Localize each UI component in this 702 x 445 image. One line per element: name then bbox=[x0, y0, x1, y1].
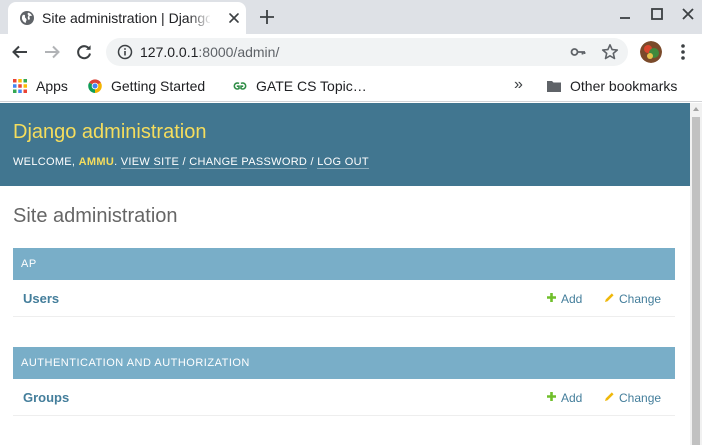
browser-tab[interactable]: Site administration | Django site admin bbox=[8, 2, 246, 34]
model-row-users: Users Add Change bbox=[13, 280, 675, 317]
bookmark-star-icon[interactable] bbox=[601, 43, 619, 61]
scrollbar-thumb[interactable] bbox=[692, 117, 700, 445]
globe-icon bbox=[20, 11, 34, 25]
add-label: Add bbox=[561, 292, 583, 306]
browser-menu-kebab-icon[interactable] bbox=[680, 43, 686, 61]
close-tab-icon[interactable] bbox=[226, 10, 242, 26]
user-tools: WELCOME, AMMU. VIEW SITE / CHANGE PASSWO… bbox=[13, 155, 369, 169]
bookmark-label: Apps bbox=[36, 78, 68, 94]
separator: / bbox=[310, 156, 314, 168]
bookmark-other-bookmarks[interactable]: Other bookmarks bbox=[546, 76, 692, 96]
logout-link[interactable]: LOG OUT bbox=[317, 156, 369, 169]
change-label: Change bbox=[619, 292, 662, 306]
add-plus-icon bbox=[547, 293, 556, 302]
browser-toolbar: 127.0.0.1:8000/admin/ bbox=[0, 34, 702, 70]
change-pencil-icon bbox=[605, 392, 614, 401]
change-pencil-icon bbox=[605, 293, 614, 302]
scroll-up-arrow-icon[interactable] bbox=[693, 107, 699, 111]
browser-tab-strip: Site administration | Django site admin bbox=[0, 0, 702, 34]
model-row-groups: Groups Add Change bbox=[13, 379, 675, 416]
folder-icon bbox=[547, 81, 561, 92]
change-label: Change bbox=[619, 391, 662, 405]
page-title: Site administration bbox=[13, 205, 178, 227]
forward-arrow-icon[interactable] bbox=[43, 43, 61, 61]
bookmark-label: GATE CS Topic… bbox=[256, 78, 367, 94]
close-window-icon[interactable] bbox=[680, 6, 696, 22]
profile-avatar-icon[interactable] bbox=[640, 41, 662, 63]
username: AMMU bbox=[78, 156, 115, 168]
bookmarks-bar: Apps Getting Started GATE CS Topic… » Ot… bbox=[0, 70, 702, 102]
new-tab-plus-icon[interactable] bbox=[258, 8, 276, 26]
welcome-text: WELCOME, bbox=[13, 156, 76, 168]
bookmark-gate-cs[interactable]: GATE CS Topic… bbox=[232, 76, 372, 96]
bookmark-apps[interactable]: Apps bbox=[12, 76, 74, 96]
change-password-link[interactable]: CHANGE PASSWORD bbox=[189, 156, 308, 169]
module-caption-text[interactable]: AP bbox=[21, 258, 37, 271]
url-host: 127.0.0.1 bbox=[140, 44, 199, 60]
separator: / bbox=[182, 156, 186, 168]
site-branding[interactable]: Django administration bbox=[13, 120, 206, 144]
tab-title: Site administration | Django site admin bbox=[42, 10, 210, 26]
key-icon[interactable] bbox=[570, 44, 586, 60]
back-arrow-icon[interactable] bbox=[11, 43, 29, 61]
minimize-window-icon[interactable] bbox=[617, 6, 633, 22]
url-path: :8000/admin/ bbox=[198, 44, 280, 60]
page-viewport: Django administration WELCOME, AMMU. VIE… bbox=[0, 103, 702, 445]
module-caption[interactable]: AUTHENTICATION AND AUTHORIZATION bbox=[13, 347, 675, 379]
module-caption-text[interactable]: AUTHENTICATION AND AUTHORIZATION bbox=[21, 357, 250, 370]
model-link-groups[interactable]: Groups bbox=[23, 390, 69, 406]
module-caption[interactable]: AP bbox=[13, 248, 675, 280]
bookmarks-overflow-chevron[interactable]: » bbox=[514, 76, 528, 96]
reload-icon[interactable] bbox=[75, 43, 93, 61]
bookmark-label: Other bookmarks bbox=[570, 78, 678, 94]
username-suffix: . bbox=[114, 156, 118, 168]
tab-title-fade bbox=[188, 6, 212, 30]
geeksforgeeks-icon bbox=[233, 82, 247, 90]
add-plus-icon bbox=[547, 392, 556, 401]
url-text[interactable]: 127.0.0.1:8000/admin/ bbox=[140, 44, 279, 60]
apps-grid-icon bbox=[13, 79, 27, 93]
page-scrollbar[interactable] bbox=[690, 103, 702, 445]
chrome-icon bbox=[88, 79, 102, 93]
site-info-icon[interactable] bbox=[117, 44, 133, 60]
bookmark-getting-started[interactable]: Getting Started bbox=[87, 76, 219, 96]
bookmark-label: Getting Started bbox=[111, 78, 206, 94]
maximize-window-icon[interactable] bbox=[649, 6, 665, 22]
add-label: Add bbox=[561, 391, 583, 405]
django-header: Django administration WELCOME, AMMU. VIE… bbox=[0, 103, 690, 186]
model-link-users[interactable]: Users bbox=[23, 291, 59, 307]
address-bar[interactable]: 127.0.0.1:8000/admin/ bbox=[106, 38, 628, 66]
view-site-link[interactable]: VIEW SITE bbox=[120, 156, 180, 169]
